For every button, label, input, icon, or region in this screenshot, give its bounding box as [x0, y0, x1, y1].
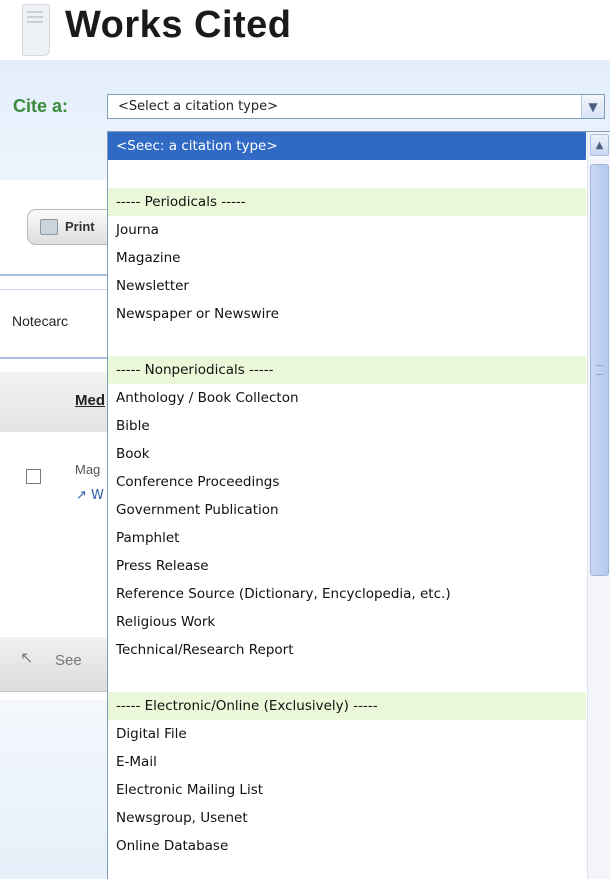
dropdown-option[interactable]: Newsgroup, Usenet [108, 804, 586, 832]
dropdown-option[interactable]: Reference Source (Dictionary, Encycloped… [108, 580, 586, 608]
print-button-label: Print [65, 219, 95, 234]
dropdown-spacer [108, 664, 586, 692]
citation-type-dropdown-list[interactable]: <Seec: a citation type> ----- Periodicals… [107, 131, 610, 879]
dropdown-option[interactable]: Magazine [108, 244, 586, 272]
printer-icon [40, 219, 58, 235]
dropdown-group-header: ----- Nonperiodicals ----- [108, 356, 586, 384]
row-link[interactable]: ↗ W [76, 488, 104, 503]
dropdown-spacer [108, 328, 586, 356]
chevron-up-icon[interactable]: ▲ [590, 134, 609, 156]
dropdown-option[interactable]: Online Database [108, 832, 586, 860]
dropdown-option[interactable]: Government Publication [108, 496, 586, 524]
dropdown-option[interactable]: Conference Proceedings [108, 468, 586, 496]
dropdown-option[interactable]: <Seec: a citation type> [108, 132, 586, 160]
column-header-medium[interactable]: Med [75, 392, 105, 409]
background-panel [0, 700, 110, 879]
row-medium-text: Mag [75, 462, 101, 477]
citation-type-select[interactable]: <Select a citation type> ▼ [107, 94, 605, 119]
dropdown-spacer [108, 160, 586, 188]
row-checkbox[interactable] [26, 469, 41, 484]
document-icon [22, 4, 50, 56]
back-icon[interactable]: ↖ [20, 648, 33, 667]
dropdown-option[interactable]: Digital File [108, 720, 586, 748]
divider [0, 289, 120, 290]
dropdown-option[interactable]: Bible [108, 412, 586, 440]
dropdown-group-header: ----- Periodicals ----- [108, 188, 586, 216]
print-button[interactable]: Print [27, 209, 117, 245]
dropdown-option[interactable]: Electronic Mailing List [108, 776, 586, 804]
citation-type-select-value: <Select a citation type> [118, 99, 279, 114]
dropdown-option[interactable]: E-Mail [108, 748, 586, 776]
scrollbar-thumb[interactable] [590, 164, 609, 576]
dropdown-option[interactable]: Newsletter [108, 272, 586, 300]
dropdown-option[interactable]: Newspaper or Newswire [108, 300, 586, 328]
dropdown-group-header: ----- Electronic/Online (Exclusively) --… [108, 692, 586, 720]
divider [0, 357, 120, 359]
grip-icon [596, 365, 603, 375]
dropdown-option[interactable]: Religious Work [108, 608, 586, 636]
dropdown-option[interactable]: Pamphlet [108, 524, 586, 552]
dropdown-option[interactable]: Anthology / Book Collecton [108, 384, 586, 412]
dropdown-option[interactable]: Book [108, 440, 586, 468]
dropdown-scrollbar[interactable]: ▲ [587, 132, 610, 879]
cite-label: Cite a: [13, 96, 69, 116]
dropdown-option[interactable]: Journa [108, 216, 586, 244]
chevron-down-icon[interactable]: ▼ [581, 95, 604, 118]
page-title: Works Cited [65, 4, 292, 46]
dropdown-option[interactable]: Technical/Research Report [108, 636, 586, 664]
dropdown-option[interactable]: Press Release [108, 552, 586, 580]
notecards-label: Notecarc [12, 313, 69, 329]
footer-link[interactable]: See [55, 652, 82, 669]
dropdown-options: <Seec: a citation type> ----- Periodicals… [108, 132, 586, 860]
divider [0, 274, 120, 276]
